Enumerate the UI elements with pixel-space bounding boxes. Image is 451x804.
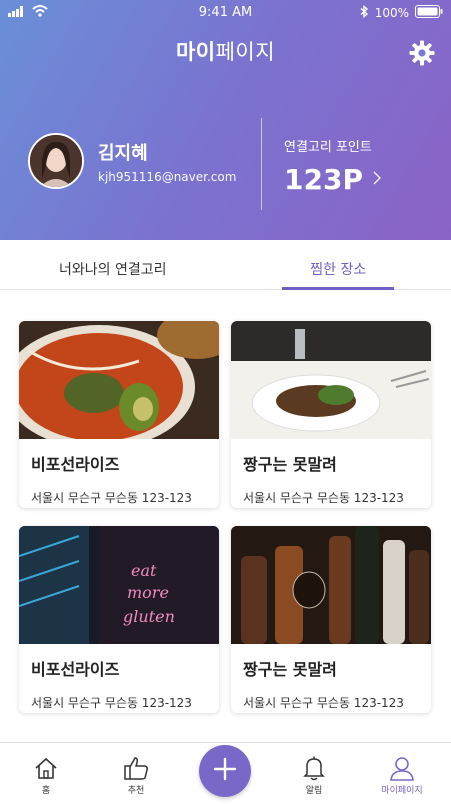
add-button[interactable] — [199, 745, 251, 797]
place-card[interactable]: 짱구는 못말려 서울시 무슨구 무슨동 123-123 — [231, 526, 431, 713]
nav-home[interactable]: 홈 — [16, 755, 76, 796]
svg-text:more: more — [127, 583, 169, 602]
status-bar: 9:41 AM 100% — [0, 0, 451, 26]
thumbs-up-icon — [106, 755, 166, 781]
place-card[interactable]: 짱구는 못말려 서울시 무슨구 무슨동 123-123 — [231, 321, 431, 508]
svg-text:gluten: gluten — [123, 607, 175, 626]
svg-text:eat: eat — [131, 561, 157, 580]
place-card[interactable]: 비포선라이즈 서울시 무슨구 무슨동 123-123 — [19, 321, 219, 508]
place-name: 짱구는 못말려 — [243, 455, 337, 474]
nav-notifications-label: 알림 — [305, 786, 323, 796]
tab-bar: 너와나의 연결고리 찜한 장소 — [0, 240, 451, 290]
bell-icon — [284, 755, 344, 781]
user-email: kjh951116@naver.com — [98, 169, 237, 184]
user-name: 김지혜 — [98, 142, 148, 164]
place-address: 서울시 무슨구 무슨동 123-123 — [31, 696, 192, 710]
points-label: 연결고리 포인트 — [284, 140, 372, 155]
signal-icon — [8, 5, 26, 21]
plus-icon — [213, 757, 237, 785]
points-value: 123P — [284, 163, 363, 196]
place-address: 서울시 무슨구 무슨동 123-123 — [31, 491, 192, 505]
nav-recommend-label: 추천 — [127, 786, 145, 796]
user-icon — [372, 755, 432, 781]
nav-mypage[interactable]: 마이페이지 — [372, 755, 432, 796]
chevron-right-icon — [373, 169, 381, 190]
header-divider — [261, 118, 262, 210]
tab-connections[interactable]: 너와나의 연결고리 — [0, 240, 226, 289]
place-photo — [231, 321, 431, 439]
place-photo: eat more gluten — [19, 526, 219, 644]
place-name: 짱구는 못말려 — [243, 660, 337, 679]
tab-saved-places[interactable]: 찜한 장소 — [226, 240, 451, 289]
status-time: 9:41 AM — [198, 5, 253, 20]
wifi-icon — [32, 5, 48, 21]
nav-notifications[interactable]: 알림 — [284, 755, 344, 796]
points-panel[interactable]: 연결고리 포인트 123P — [284, 136, 381, 196]
place-name: 비포선라이즈 — [31, 455, 120, 474]
home-icon — [16, 755, 76, 781]
place-card[interactable]: eat more gluten 비포선라이즈 서울시 무슨구 무슨동 123-1… — [19, 526, 219, 713]
nav-recommend[interactable]: 추천 — [106, 755, 166, 796]
place-photo — [231, 526, 431, 644]
place-name: 비포선라이즈 — [31, 660, 120, 679]
battery-percent: 100% — [374, 6, 409, 20]
gear-icon[interactable] — [409, 40, 435, 66]
place-address: 서울시 무슨구 무슨동 123-123 — [243, 696, 404, 710]
avatar — [28, 133, 84, 189]
profile-header: 9:41 AM 100% 마이페이지 김지혜 kjh951116@naver.c… — [0, 0, 451, 240]
profile-summary[interactable]: 김지혜 kjh951116@naver.com — [28, 133, 236, 189]
place-photo — [19, 321, 219, 439]
page-title-bold: 마이 — [175, 40, 216, 64]
place-address: 서울시 무슨구 무슨동 123-123 — [243, 491, 404, 505]
page-title-rest: 페이지 — [215, 40, 276, 64]
nav-home-label: 홈 — [41, 786, 51, 796]
page-title: 마이페이지 — [0, 36, 451, 66]
bluetooth-icon — [360, 4, 369, 22]
nav-mypage-label: 마이페이지 — [381, 786, 423, 796]
battery-icon — [415, 4, 443, 22]
